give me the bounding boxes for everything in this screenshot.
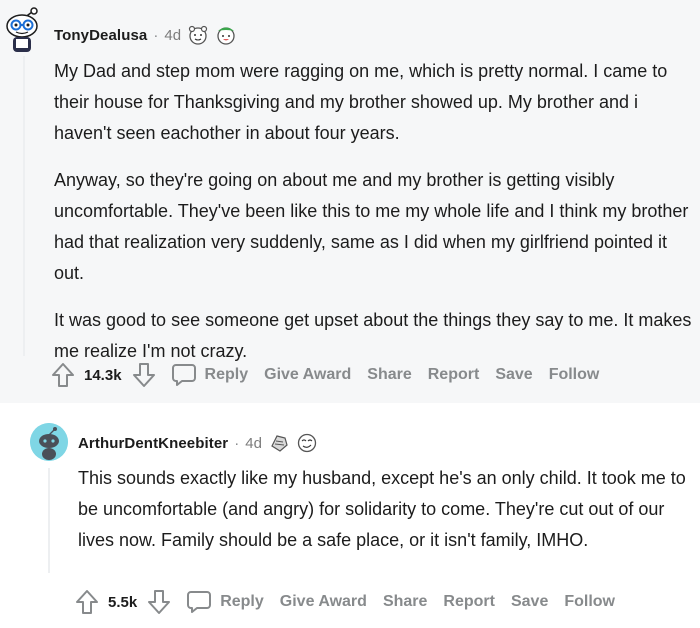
- comment-age[interactable]: 4d: [164, 27, 181, 44]
- comment-header: ArthurDentKneebiter · 4d: [78, 432, 318, 454]
- downvote-arrow-icon[interactable]: [131, 361, 157, 389]
- comment-paragraph: This sounds exactly like my husband, exc…: [78, 468, 686, 550]
- comment-paragraph: Anyway, so they're going on about me and…: [54, 170, 689, 283]
- share-button[interactable]: Share: [383, 593, 427, 611]
- comment-actions: 5.5k Reply Give Award Share Report Save …: [74, 588, 615, 616]
- vote-score: 14.3k: [84, 366, 122, 384]
- give-award-button[interactable]: Give Award: [280, 593, 367, 611]
- username[interactable]: TonyDealusa: [54, 27, 147, 44]
- thread-line[interactable]: [23, 56, 25, 356]
- award-face-icon[interactable]: [296, 432, 318, 454]
- comment-body: This sounds exactly like my husband, exc…: [78, 463, 688, 572]
- reply-button[interactable]: Reply: [186, 590, 264, 614]
- snoo-avatar-icon: [30, 423, 68, 461]
- save-button[interactable]: Save: [495, 366, 532, 384]
- report-button[interactable]: Report: [443, 593, 495, 611]
- award-wholesome-icon[interactable]: [215, 24, 237, 46]
- save-button[interactable]: Save: [511, 593, 548, 611]
- upvote-arrow-icon[interactable]: [50, 361, 76, 389]
- comment-paragraph: It was good to see someone get upset abo…: [54, 310, 692, 361]
- reply-button[interactable]: Reply: [171, 363, 249, 387]
- report-button[interactable]: Report: [428, 366, 480, 384]
- downvote-arrow-icon[interactable]: [146, 588, 172, 616]
- comment-actions: 14.3k Reply Give Award Share Report Save…: [50, 361, 599, 389]
- give-award-button[interactable]: Give Award: [264, 366, 351, 384]
- avatar[interactable]: [2, 6, 42, 54]
- comment-body: My Dad and step mom were ragging on me, …: [54, 56, 694, 383]
- follow-button[interactable]: Follow: [564, 593, 615, 611]
- upvote-arrow-icon[interactable]: [74, 588, 100, 616]
- snoo-avatar-icon: [6, 7, 38, 52]
- vote-score: 5.5k: [108, 593, 138, 611]
- comment-header: TonyDealusa · 4d: [54, 24, 237, 46]
- share-button[interactable]: Share: [367, 366, 411, 384]
- award-bear-icon[interactable]: [187, 24, 209, 46]
- username[interactable]: ArthurDentKneebiter: [78, 435, 228, 452]
- avatar[interactable]: [30, 423, 68, 461]
- comment-age[interactable]: 4d: [245, 435, 262, 452]
- reply-label: Reply: [204, 366, 249, 383]
- speech-bubble-icon: [171, 364, 196, 386]
- thread-line[interactable]: [48, 468, 50, 573]
- award-fist-icon[interactable]: [268, 432, 290, 454]
- speech-bubble-icon: [187, 591, 212, 613]
- comment-paragraph: My Dad and step mom were ragging on me, …: [54, 61, 668, 143]
- separator-dot: ·: [153, 26, 159, 44]
- separator-dot: ·: [234, 434, 240, 452]
- reply-label: Reply: [220, 593, 264, 610]
- follow-button[interactable]: Follow: [549, 366, 600, 384]
